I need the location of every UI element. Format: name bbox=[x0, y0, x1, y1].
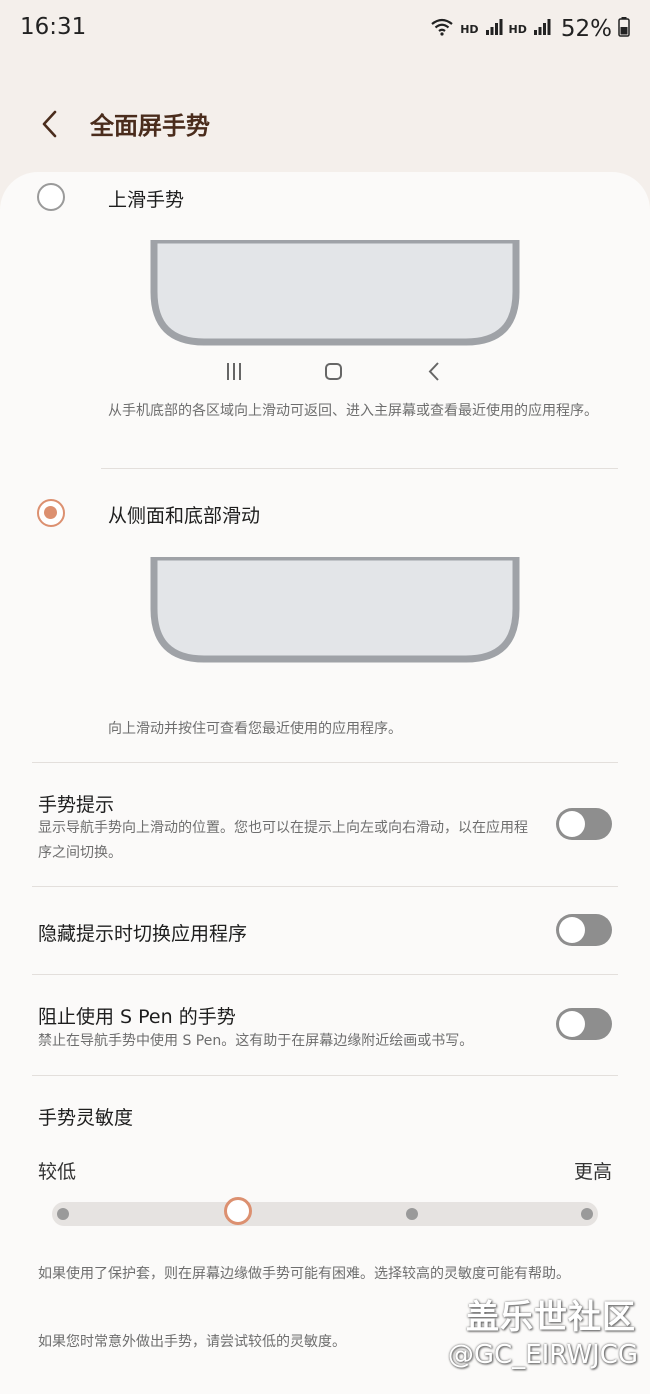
divider bbox=[101, 468, 618, 469]
hd-badge: HD bbox=[460, 22, 479, 36]
setting-title: 阻止使用 S Pen 的手势 bbox=[38, 1006, 236, 1028]
setting-title: 手势提示 bbox=[38, 794, 115, 816]
page-title: 全面屏手势 bbox=[90, 112, 210, 140]
divider bbox=[32, 1075, 618, 1076]
sensitivity-low-label: 较低 bbox=[38, 1161, 77, 1183]
watermark-handle: @GC_EIRWJCG bbox=[447, 1340, 638, 1370]
sensitivity-high-label: 更高 bbox=[573, 1161, 612, 1183]
toggle-knob bbox=[559, 1011, 585, 1037]
option-label: 从侧面和底部滑动 bbox=[108, 505, 261, 527]
slider-tick bbox=[406, 1208, 419, 1220]
setting-title: 隐藏提示时切换应用程序 bbox=[38, 923, 248, 945]
setting-switch-apps-hint-hidden[interactable]: 隐藏提示时切换应用程序 bbox=[0, 900, 650, 972]
divider bbox=[32, 974, 618, 975]
status-time: 16:31 bbox=[20, 14, 87, 40]
setting-description: 禁止在导航手势中使用 S Pen。这有助于在屏幕边缘附近绘画或书写。 bbox=[38, 1033, 474, 1049]
switch-apps-toggle[interactable] bbox=[556, 914, 612, 946]
sensitivity-slider[interactable] bbox=[52, 1197, 598, 1226]
setting-gesture-hint[interactable]: 手势提示 显示导航手势向上滑动的位置。您也可以在提示上向左或向右滑动，以在应用程… bbox=[0, 780, 650, 885]
setting-description: 显示导航手势向上滑动的位置。您也可以在提示上向左或向右滑动，以在应用程序之间切换… bbox=[38, 820, 528, 861]
gesture-hint-toggle[interactable] bbox=[556, 808, 612, 840]
option-label: 上滑手势 bbox=[108, 189, 185, 211]
status-bar: 16:31 HD HD 52% bbox=[0, 0, 650, 58]
back-arrow-icon bbox=[42, 110, 57, 138]
option-description: 向上滑动并按住可查看您最近使用的应用程序。 bbox=[108, 721, 402, 737]
home-icon bbox=[325, 363, 342, 380]
hd-badge: HD bbox=[508, 22, 527, 36]
battery-percentage: 52% bbox=[560, 16, 612, 42]
back-button[interactable] bbox=[30, 104, 70, 144]
toggle-knob bbox=[559, 811, 585, 837]
setting-block-spen-gestures[interactable]: 阻止使用 S Pen 的手势 禁止在导航手势中使用 S Pen。这有助于在屏幕边… bbox=[0, 990, 650, 1070]
battery-icon bbox=[618, 17, 630, 41]
wifi-icon bbox=[430, 17, 454, 41]
watermark-title: 盖乐世社区 bbox=[466, 1297, 636, 1336]
app-header: 全面屏手势 bbox=[0, 90, 650, 156]
option-swipe-sides-bottom[interactable]: 从侧面和底部滑动 bbox=[0, 490, 650, 546]
radio-button-selected[interactable] bbox=[37, 499, 65, 527]
slider-thumb[interactable] bbox=[223, 1197, 252, 1225]
option-description: 从手机底部的各区域向上滑动可返回、进入主屏幕或查看最近使用的应用程序。 bbox=[108, 403, 598, 419]
nav-keys bbox=[150, 354, 520, 390]
signal-icon bbox=[533, 18, 551, 40]
slider-tick bbox=[57, 1208, 69, 1220]
option-swipe-up[interactable]: 上滑手势 bbox=[0, 174, 650, 230]
divider bbox=[32, 762, 618, 763]
divider bbox=[32, 886, 618, 887]
toggle-knob bbox=[559, 917, 585, 943]
signal-icon bbox=[485, 18, 503, 40]
footer-note: 如果使用了保护套，则在屏幕边缘做手势可能有困难。选择较高的灵敏度可能有帮助。 bbox=[38, 1266, 570, 1282]
phone-illustration bbox=[150, 240, 520, 346]
recents-icon bbox=[227, 363, 241, 380]
slider-tick bbox=[581, 1208, 593, 1220]
radio-button[interactable] bbox=[37, 183, 65, 211]
back-icon bbox=[428, 362, 439, 381]
sensitivity-title: 手势灵敏度 bbox=[38, 1107, 134, 1129]
phone-illustration bbox=[150, 557, 520, 663]
block-spen-toggle[interactable] bbox=[556, 1008, 612, 1040]
status-icons: HD HD 52% bbox=[430, 14, 630, 44]
